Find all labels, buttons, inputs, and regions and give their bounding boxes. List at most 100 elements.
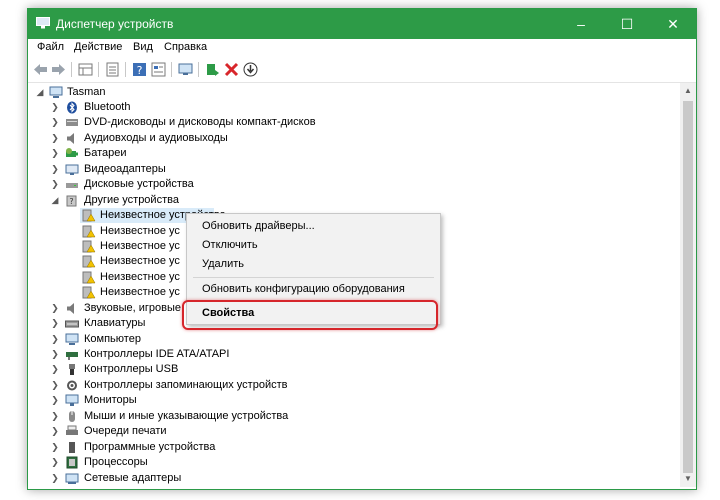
update-driver-icon[interactable] xyxy=(204,61,221,78)
menu-file[interactable]: Файл xyxy=(37,41,64,53)
tree-item-ide-controllers[interactable]: ❯ Контроллеры IDE ATA/ATAPI xyxy=(28,347,428,362)
warning-device-icon xyxy=(82,255,96,268)
tree-item-print-queues[interactable]: ❯ Очереди печати xyxy=(28,424,428,439)
expand-arrow-icon[interactable]: ❯ xyxy=(50,347,60,362)
tree-item-label: Процессоры xyxy=(84,456,148,468)
warning-device-icon xyxy=(82,209,96,222)
expand-arrow-icon[interactable]: ❯ xyxy=(50,146,60,161)
vertical-scrollbar[interactable]: ▲ ▼ xyxy=(680,83,696,487)
computer-icon xyxy=(65,333,79,345)
context-item-label: Удалить xyxy=(202,258,244,270)
expand-arrow-icon[interactable]: ❯ xyxy=(50,409,60,424)
monitor-icon[interactable] xyxy=(177,61,194,78)
expand-arrow-icon[interactable]: ❯ xyxy=(50,115,60,130)
expand-arrow-icon[interactable]: ❯ xyxy=(50,316,60,331)
expand-arrow-icon[interactable]: ❯ xyxy=(50,177,60,192)
tree-item-computer[interactable]: ❯ Компьютер xyxy=(28,332,428,347)
other-devices-icon: ? xyxy=(66,195,77,207)
minimize-button[interactable]: – xyxy=(558,9,604,39)
context-item-label: Отключить xyxy=(202,239,258,251)
menu-bar: Файл Действие Вид Справка xyxy=(28,39,696,57)
expand-arrow-icon[interactable]: ❯ xyxy=(50,332,60,347)
tree-item-other-devices[interactable]: ◢ ? Другие устройства xyxy=(28,193,428,208)
tree-item-usb-controllers[interactable]: ❯ Контроллеры USB xyxy=(28,362,428,377)
tree-item-label: DVD-дисководы и дисководы компакт-дисков xyxy=(84,116,316,128)
context-disable[interactable]: Отключить xyxy=(187,236,440,256)
dvd-drive-icon xyxy=(66,119,78,126)
toolbar-separator xyxy=(198,62,199,77)
warning-device-icon xyxy=(82,240,96,253)
context-item-label: Обновить драйверы... xyxy=(202,220,315,232)
menu-view[interactable]: Вид xyxy=(133,41,153,53)
list-view-icon[interactable] xyxy=(104,61,121,78)
collapse-arrow-icon[interactable]: ◢ xyxy=(50,193,60,208)
disk-drive-icon xyxy=(66,183,78,188)
menu-action[interactable]: Действие xyxy=(74,41,122,53)
bluetooth-icon xyxy=(67,101,77,114)
tree-item-label: Очереди печати xyxy=(84,425,167,437)
scroll-down-icon[interactable]: ▼ xyxy=(680,471,696,487)
keyboard-icon xyxy=(65,320,79,328)
remove-icon[interactable] xyxy=(223,61,240,78)
context-scan-hardware[interactable]: Обновить конфигурацию оборудования xyxy=(187,280,440,300)
expand-arrow-icon[interactable]: ❯ xyxy=(50,162,60,177)
collapse-arrow-icon[interactable]: ◢ xyxy=(35,85,45,100)
tree-item-bluetooth[interactable]: ❯ Bluetooth xyxy=(28,100,428,115)
tree-item-software-devices[interactable]: ❯ Программные устройства xyxy=(28,440,428,455)
title-bar: Диспетчер устройств – ☐ ✕ xyxy=(28,9,696,39)
tree-item-audio-io[interactable]: ❯ Аудиовходы и аудиовыходы xyxy=(28,131,428,146)
details-icon[interactable] xyxy=(150,61,167,78)
expand-arrow-icon[interactable]: ❯ xyxy=(50,440,60,455)
storage-controller-icon xyxy=(67,380,77,391)
tree-item-label: Неизвестное ус xyxy=(100,271,180,283)
sound-icon xyxy=(67,303,74,314)
tree-item-dvd[interactable]: ❯ DVD-дисководы и дисководы компакт-диск… xyxy=(28,115,428,130)
tree-item-display-adapters[interactable]: ❯ Видеоадаптеры xyxy=(28,162,428,177)
monitor-icon xyxy=(65,394,79,406)
tree-item-processors[interactable]: ❯ Процессоры xyxy=(28,455,428,470)
download-icon[interactable] xyxy=(242,61,259,78)
svg-text:?: ? xyxy=(69,197,73,206)
tree-item-network-adapters[interactable]: ❯ Сетевые адаптеры xyxy=(28,471,428,486)
scroll-thumb[interactable] xyxy=(683,101,693,473)
computer-icon xyxy=(49,86,63,98)
tree-item-label: Мыши и иные указывающие устройства xyxy=(84,410,289,422)
context-separator xyxy=(193,277,434,278)
expand-arrow-icon[interactable]: ❯ xyxy=(50,301,60,316)
context-uninstall[interactable]: Удалить xyxy=(187,255,440,275)
tree-root-row[interactable]: ◢ Tasman xyxy=(28,85,328,100)
context-update-drivers[interactable]: Обновить драйверы... xyxy=(187,217,440,237)
tree-item-label: Мониторы xyxy=(84,394,137,406)
expand-arrow-icon[interactable]: ❯ xyxy=(50,455,60,470)
toolbar-separator xyxy=(171,62,172,77)
forward-arrow-icon[interactable] xyxy=(50,61,67,78)
maximize-button[interactable]: ☐ xyxy=(604,9,650,39)
tree-item-disk-drives[interactable]: ❯ Дисковые устройства xyxy=(28,177,428,192)
menu-help[interactable]: Справка xyxy=(164,41,207,53)
expand-arrow-icon[interactable]: ❯ xyxy=(50,100,60,115)
expand-arrow-icon[interactable]: ❯ xyxy=(50,131,60,146)
tree-item-storage-controllers[interactable]: ❯ Контроллеры запоминающих устройств xyxy=(28,378,428,393)
processor-icon xyxy=(66,456,78,469)
tree-item-monitors[interactable]: ❯ Мониторы xyxy=(28,393,428,408)
tree-item-label: Дисковые устройства xyxy=(84,178,194,190)
device-manager-icon xyxy=(36,17,50,29)
close-icon: ✕ xyxy=(667,16,679,32)
expand-arrow-icon[interactable]: ❯ xyxy=(50,471,60,486)
tree-item-mice[interactable]: ❯ Мыши и иные указывающие устройства xyxy=(28,409,428,424)
expand-arrow-icon[interactable]: ❯ xyxy=(50,393,60,408)
close-button[interactable]: ✕ xyxy=(650,9,696,39)
back-arrow-icon[interactable] xyxy=(32,61,49,78)
expand-arrow-icon[interactable]: ❯ xyxy=(50,378,60,393)
tree-item-label: Неизвестное ус xyxy=(100,240,180,252)
warning-device-icon xyxy=(82,286,96,299)
tree-item-label: Клавиатуры xyxy=(84,317,146,329)
expand-arrow-icon[interactable]: ❯ xyxy=(50,362,60,377)
properties-grid-icon[interactable] xyxy=(77,61,94,78)
scroll-up-icon[interactable]: ▲ xyxy=(680,83,696,99)
help-icon[interactable]: ? xyxy=(131,61,148,78)
tree-item-sound-devices[interactable]: ❯ Звуковые, игровые xyxy=(28,301,186,316)
tree-item-batteries[interactable]: ❯ Батареи xyxy=(28,146,428,161)
context-item-label: Обновить конфигурацию оборудования xyxy=(202,283,405,295)
expand-arrow-icon[interactable]: ❯ xyxy=(50,424,60,439)
